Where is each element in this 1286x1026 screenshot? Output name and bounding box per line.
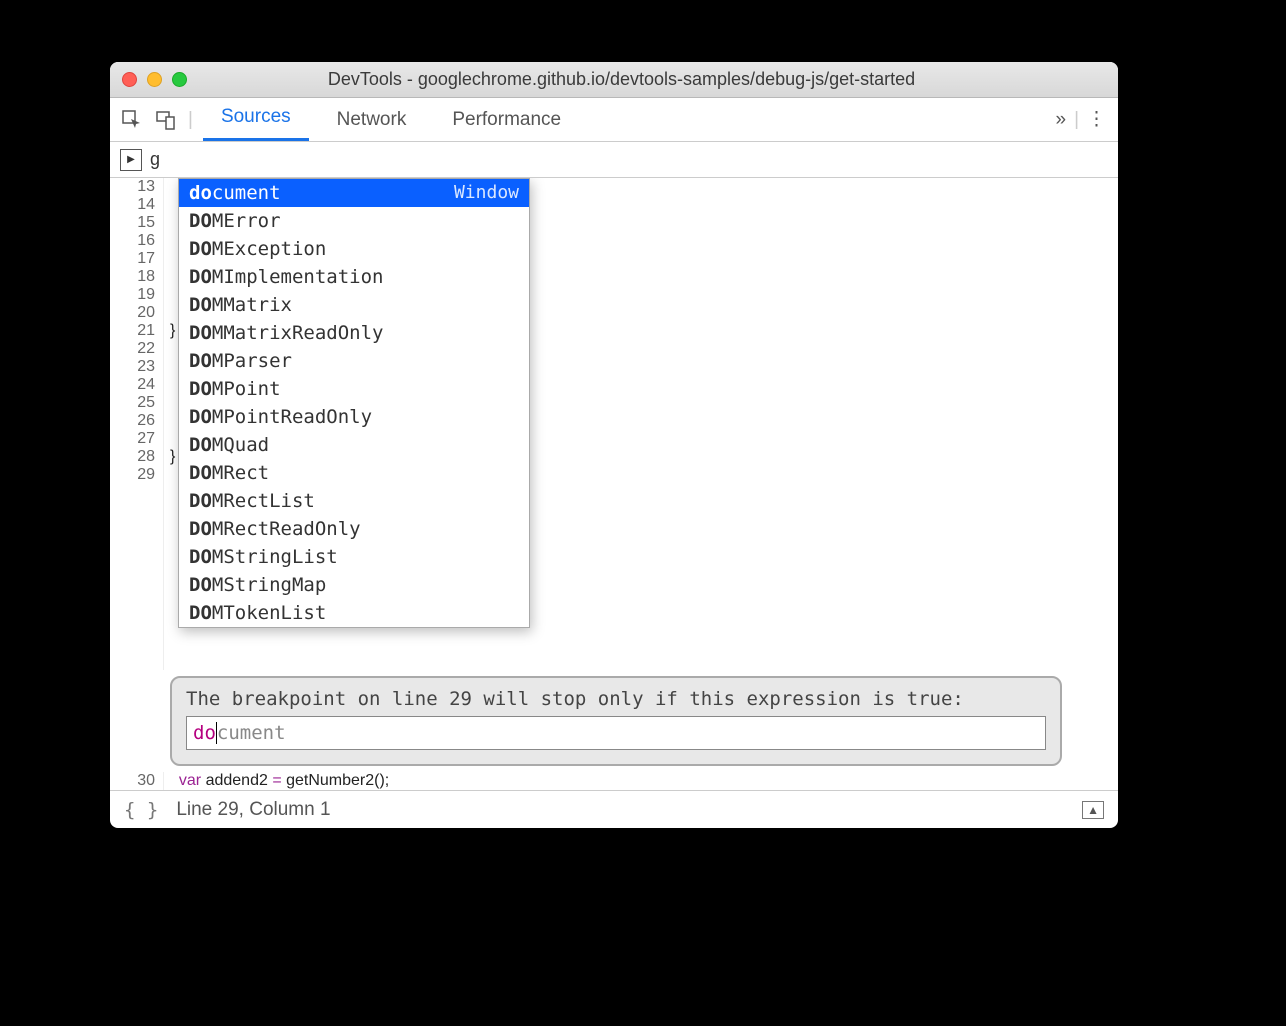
inspect-element-icon[interactable] bbox=[120, 108, 144, 132]
autocomplete-hint: Window bbox=[454, 182, 519, 204]
line-number[interactable]: 22 bbox=[110, 340, 155, 358]
autocomplete-item[interactable]: DOMQuad bbox=[179, 431, 529, 459]
line-number[interactable]: 27 bbox=[110, 430, 155, 448]
autocomplete-item[interactable]: DOMRect bbox=[179, 459, 529, 487]
titlebar: DevTools - googlechrome.github.io/devtoo… bbox=[110, 62, 1118, 98]
autocomplete-item[interactable]: DOMPoint bbox=[179, 375, 529, 403]
breakpoint-label: The breakpoint on line 29 will stop only… bbox=[186, 688, 1046, 710]
code-content[interactable]: var addend2 = getNumber2(); bbox=[164, 772, 1118, 790]
line-gutter: 30 bbox=[110, 772, 164, 790]
line-number[interactable]: 25 bbox=[110, 394, 155, 412]
pretty-print-icon[interactable]: { } bbox=[124, 799, 158, 821]
collapse-icon[interactable]: ▲ bbox=[1082, 801, 1104, 819]
autocomplete-item[interactable]: DOMMatrix bbox=[179, 291, 529, 319]
line-number[interactable]: 20 bbox=[110, 304, 155, 322]
autocomplete-item[interactable]: DOMRectReadOnly bbox=[179, 515, 529, 543]
line-number[interactable]: 28 bbox=[110, 448, 155, 466]
tab-performance[interactable]: Performance bbox=[434, 101, 579, 139]
devtools-tabs: | Sources Network Performance » | ⋮ bbox=[110, 98, 1118, 142]
autocomplete-item[interactable]: DOMParser bbox=[179, 347, 529, 375]
autocomplete-item[interactable]: DOMRectList bbox=[179, 487, 529, 515]
conditional-breakpoint-editor: The breakpoint on line 29 will stop only… bbox=[170, 676, 1062, 766]
statusbar: { } Line 29, Column 1 ▲ bbox=[110, 790, 1118, 828]
separator: | bbox=[1074, 109, 1079, 131]
device-toolbar-icon[interactable] bbox=[154, 108, 178, 132]
breakpoint-condition-input[interactable]: document bbox=[186, 716, 1046, 750]
autocomplete-item[interactable]: DOMStringMap bbox=[179, 571, 529, 599]
autocomplete-item[interactable]: DOMPointReadOnly bbox=[179, 403, 529, 431]
window-title: DevTools - googlechrome.github.io/devtoo… bbox=[137, 69, 1106, 90]
line-number[interactable]: 13 bbox=[110, 178, 155, 196]
autocomplete-item[interactable]: documentWindow bbox=[179, 179, 529, 207]
autocomplete-item[interactable]: DOMMatrixReadOnly bbox=[179, 319, 529, 347]
sources-subbar: g bbox=[110, 142, 1118, 178]
code-line: } bbox=[170, 322, 175, 339]
autocomplete-item[interactable]: DOMStringList bbox=[179, 543, 529, 571]
filename-prefix: g bbox=[150, 149, 160, 170]
editor-area: documentWindowDOMErrorDOMExceptionDOMImp… bbox=[110, 178, 1118, 790]
close-icon[interactable] bbox=[122, 72, 137, 87]
tab-sources[interactable]: Sources bbox=[203, 98, 309, 141]
tabs-overflow-icon[interactable]: » bbox=[1055, 109, 1066, 131]
breakpoint-typed: do bbox=[193, 722, 216, 744]
autocomplete-item[interactable]: DOMException bbox=[179, 235, 529, 263]
line-number[interactable]: 18 bbox=[110, 268, 155, 286]
line-number[interactable]: 30 bbox=[110, 772, 155, 790]
line-number[interactable]: 21 bbox=[110, 322, 155, 340]
line-number[interactable]: 24 bbox=[110, 376, 155, 394]
cursor-position: Line 29, Column 1 bbox=[176, 799, 330, 821]
autocomplete-item[interactable]: DOMError bbox=[179, 207, 529, 235]
line-number[interactable]: 23 bbox=[110, 358, 155, 376]
devtools-window: DevTools - googlechrome.github.io/devtoo… bbox=[110, 62, 1118, 828]
more-icon[interactable]: ⋮ bbox=[1087, 108, 1108, 131]
line-number[interactable]: 15 bbox=[110, 214, 155, 232]
autocomplete-item[interactable]: DOMImplementation bbox=[179, 263, 529, 291]
line-number[interactable]: 26 bbox=[110, 412, 155, 430]
autocomplete-popup: documentWindowDOMErrorDOMExceptionDOMImp… bbox=[178, 178, 530, 628]
line-gutter: 1314151617181920212223242526272829 bbox=[110, 178, 164, 670]
line-number[interactable]: 16 bbox=[110, 232, 155, 250]
autocomplete-item[interactable]: DOMTokenList bbox=[179, 599, 529, 627]
line-number[interactable]: 29 bbox=[110, 466, 155, 484]
code-line: } bbox=[170, 448, 175, 465]
line-number[interactable]: 14 bbox=[110, 196, 155, 214]
line-number[interactable]: 19 bbox=[110, 286, 155, 304]
file-navigator-icon[interactable] bbox=[120, 149, 142, 171]
breakpoint-ghost: cument bbox=[217, 722, 286, 744]
tab-network[interactable]: Network bbox=[319, 101, 425, 139]
line-number[interactable]: 17 bbox=[110, 250, 155, 268]
separator: | bbox=[188, 109, 193, 131]
